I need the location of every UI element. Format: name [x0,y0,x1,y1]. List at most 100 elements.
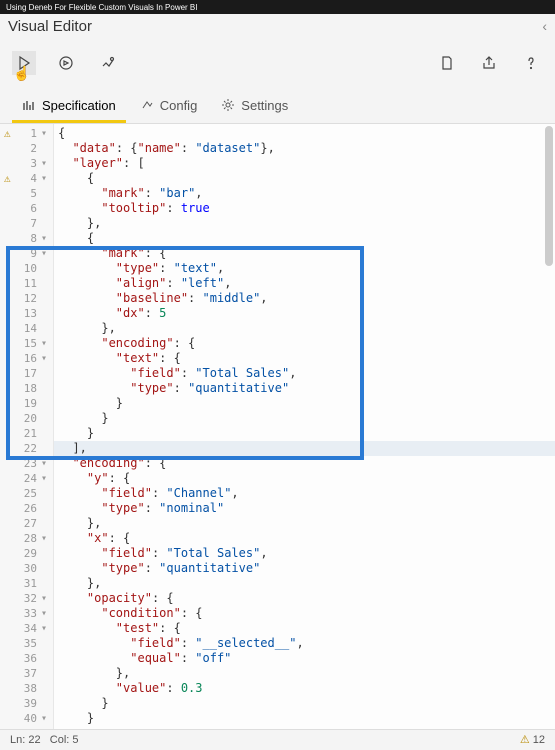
gutter-line[interactable]: 11 [0,276,53,291]
code-line[interactable]: "baseline": "middle", [54,291,555,306]
code-editor[interactable]: ⚠1▾23▾⚠4▾5678▾9▾101112131415▾16▾17181920… [0,124,555,729]
fold-icon[interactable]: ▾ [39,336,47,351]
fold-icon[interactable]: ▾ [39,156,47,171]
fold-icon[interactable]: ▾ [39,711,47,726]
gutter-line[interactable]: 9▾ [0,246,53,261]
gutter-line[interactable]: 13 [0,306,53,321]
fold-icon[interactable]: ▾ [39,471,47,486]
code-line[interactable]: "data": {"name": "dataset"}, [54,141,555,156]
gutter-line[interactable]: 16▾ [0,351,53,366]
code-line[interactable]: "field": "Channel", [54,486,555,501]
fold-icon[interactable]: ▾ [39,246,47,261]
code-line[interactable]: "y": { [54,471,555,486]
code-line[interactable]: }, [54,576,555,591]
code-line[interactable]: }, [54,321,555,336]
help-button[interactable] [519,51,543,75]
code-line[interactable]: } [54,396,555,411]
code-line[interactable]: "encoding": { [54,336,555,351]
gutter-line[interactable]: 24▾ [0,471,53,486]
code-line[interactable]: "condition": { [54,606,555,621]
tab-settings[interactable]: Settings [211,88,298,123]
fold-icon[interactable]: ▾ [39,171,47,186]
gutter-line[interactable]: 33▾ [0,606,53,621]
code-line[interactable]: } [54,411,555,426]
code-line[interactable]: "encoding": { [54,456,555,471]
collapse-chevron-icon[interactable]: ‹ [542,18,547,34]
gutter-line[interactable]: 2 [0,141,53,156]
code-line[interactable]: "type": "quantitative" [54,561,555,576]
code-line[interactable]: "equal": "off" [54,651,555,666]
gutter-line[interactable]: 14 [0,321,53,336]
gutter-line[interactable]: 5 [0,186,53,201]
gutter-line[interactable]: 37 [0,666,53,681]
gutter-line[interactable]: 12 [0,291,53,306]
code-line[interactable]: }, [54,216,555,231]
code-line[interactable]: "align": "left", [54,276,555,291]
warning-icon[interactable]: ⚠ [520,734,530,746]
code-line[interactable]: "opacity": { [54,591,555,606]
gutter-line[interactable]: ⚠4▾ [0,171,53,186]
gutter-line[interactable]: 10 [0,261,53,276]
gutter-line[interactable]: 34▾ [0,621,53,636]
gutter-line[interactable]: 28▾ [0,531,53,546]
fold-icon[interactable]: ▾ [39,621,47,636]
gutter-line[interactable]: 29 [0,546,53,561]
code-line[interactable]: "text": { [54,351,555,366]
gutter-line[interactable]: 7 [0,216,53,231]
gutter-line[interactable]: 25 [0,486,53,501]
code-line[interactable]: "x": { [54,531,555,546]
vertical-scrollbar[interactable] [545,126,553,724]
gutter-line[interactable]: 17 [0,366,53,381]
gutter-line[interactable]: 31 [0,576,53,591]
gutter-line[interactable]: 23▾ [0,456,53,471]
code-line[interactable]: "value": 0.3 [54,681,555,696]
fold-icon[interactable]: ▾ [39,531,47,546]
code-line[interactable]: "type": "nominal" [54,501,555,516]
code-line[interactable]: } [54,711,555,726]
code-line[interactable]: "tooltip": true [54,201,555,216]
gutter-line[interactable]: 20 [0,411,53,426]
code-line[interactable]: { [54,171,555,186]
code-lines[interactable]: { "data": {"name": "dataset"}, "layer": … [54,124,555,729]
code-line[interactable]: "field": "Total Sales", [54,546,555,561]
tab-config[interactable]: Config [130,88,208,123]
code-line[interactable]: "field": "Total Sales", [54,366,555,381]
scrollbar-thumb[interactable] [545,126,553,266]
gutter-line[interactable]: 26 [0,501,53,516]
gutter-line[interactable]: 21 [0,426,53,441]
code-line[interactable]: "mark": { [54,246,555,261]
gutter-line[interactable]: 38 [0,681,53,696]
gutter-line[interactable]: 6 [0,201,53,216]
gutter-line[interactable]: 32▾ [0,591,53,606]
code-line[interactable]: "type": "quantitative" [54,381,555,396]
code-line[interactable]: "mark": "bar", [54,186,555,201]
gutter[interactable]: ⚠1▾23▾⚠4▾5678▾9▾101112131415▾16▾17181920… [0,124,54,729]
code-line[interactable]: "test": { [54,621,555,636]
code-line[interactable]: }, [54,516,555,531]
fold-icon[interactable]: ▾ [39,351,47,366]
fold-icon[interactable]: ▾ [39,591,47,606]
tab-specification[interactable]: Specification [12,88,126,123]
gutter-line[interactable]: 36 [0,651,53,666]
code-line[interactable]: } [54,426,555,441]
gutter-line[interactable]: 35 [0,636,53,651]
code-line[interactable]: "field": "__selected__", [54,636,555,651]
format-button[interactable] [96,51,120,75]
gutter-line[interactable]: 15▾ [0,336,53,351]
gutter-line[interactable]: 19 [0,396,53,411]
fold-icon[interactable]: ▾ [39,456,47,471]
code-line[interactable]: } [54,696,555,711]
code-line[interactable]: "type": "text", [54,261,555,276]
gutter-line[interactable]: 3▾ [0,156,53,171]
gutter-line[interactable]: 8▾ [0,231,53,246]
code-line[interactable]: }, [54,666,555,681]
code-line[interactable]: { [54,231,555,246]
share-button[interactable] [477,51,501,75]
fold-icon[interactable]: ▾ [39,231,47,246]
gutter-line[interactable]: 40▾ [0,711,53,726]
gutter-line[interactable]: 39 [0,696,53,711]
run-button[interactable] [12,51,36,75]
code-line[interactable]: "dx": 5 [54,306,555,321]
fold-icon[interactable]: ▾ [39,126,47,141]
gutter-line[interactable]: 30 [0,561,53,576]
